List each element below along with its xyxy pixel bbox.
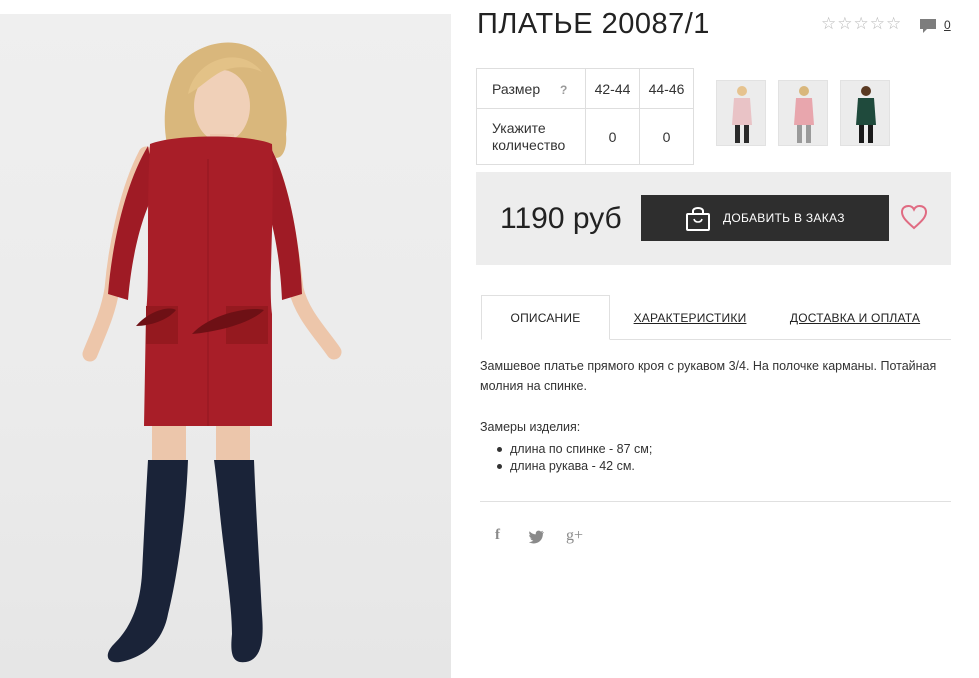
facebook-icon[interactable]: f <box>495 527 500 544</box>
add-to-order-label: ДОБАВИТЬ В ЗАКАЗ <box>723 211 845 225</box>
quantity-input[interactable]: 0 <box>639 108 694 165</box>
list-item: длина по спинке - 87 см; <box>497 441 652 458</box>
model-thumbnail-image <box>732 86 752 143</box>
star-icon[interactable]: ☆ <box>870 15 885 33</box>
product-description: Замшевое платье прямого кроя с рукавом 3… <box>480 359 937 393</box>
comment-icon[interactable] <box>919 18 937 35</box>
section-divider <box>480 501 951 502</box>
star-icon[interactable]: ☆ <box>837 15 852 33</box>
quantity-label-cell: Укажите количество <box>476 108 586 165</box>
star-icon[interactable]: ☆ <box>854 15 869 33</box>
product-photo[interactable] <box>0 14 451 678</box>
color-thumbnail-rose[interactable] <box>778 80 828 146</box>
product-price: 1190 руб <box>500 202 622 235</box>
tab-description[interactable]: ОПИСАНИЕ <box>481 295 610 340</box>
measures-list: длина по спинке - 87 см; длина рукава - … <box>497 441 652 475</box>
model-illustration <box>82 42 342 663</box>
comments-count-link[interactable]: 0 <box>944 18 951 32</box>
quantity-label-line2: количество <box>492 136 566 153</box>
price-panel: 1190 руб ДОБАВИТЬ В ЗАКАЗ <box>476 172 951 265</box>
quantity-label-line1: Укажите <box>492 119 546 136</box>
google-plus-icon[interactable]: g+ <box>566 527 583 545</box>
quantity-input[interactable]: 0 <box>585 108 640 165</box>
star-icon[interactable]: ☆ <box>886 15 901 33</box>
twitter-icon[interactable] <box>529 530 545 544</box>
size-option: 44-46 <box>639 68 694 109</box>
list-item: длина рукава - 42 см. <box>497 458 652 475</box>
size-option: 42-44 <box>585 68 640 109</box>
measures-title: Замеры изделия: <box>480 420 581 434</box>
model-thumbnail-image <box>856 86 876 143</box>
size-label: Размер <box>492 80 541 97</box>
star-icon[interactable]: ☆ <box>821 15 836 33</box>
color-thumbnail-pink[interactable] <box>716 80 766 146</box>
product-title: ПЛАТЬЕ 20087/1 <box>477 8 710 40</box>
size-help-icon[interactable]: ? <box>560 83 567 97</box>
add-to-order-button[interactable]: ДОБАВИТЬ В ЗАКАЗ <box>641 195 889 241</box>
shopping-bag-icon <box>686 207 710 231</box>
size-quantity-table: Размер ? 42-44 44-46 Укажите количество … <box>476 68 694 165</box>
size-label-cell: Размер ? <box>476 68 586 109</box>
rating-stars[interactable]: ☆ ☆ ☆ ☆ ☆ <box>821 15 901 33</box>
heart-icon[interactable] <box>900 204 928 230</box>
tab-characteristics[interactable]: ХАРАКТЕРИСТИКИ <box>620 295 760 340</box>
color-thumbnail-green[interactable] <box>840 80 890 146</box>
model-thumbnail-image <box>794 86 814 143</box>
tab-delivery-payment[interactable]: ДОСТАВКА И ОПЛАТА <box>782 295 928 340</box>
